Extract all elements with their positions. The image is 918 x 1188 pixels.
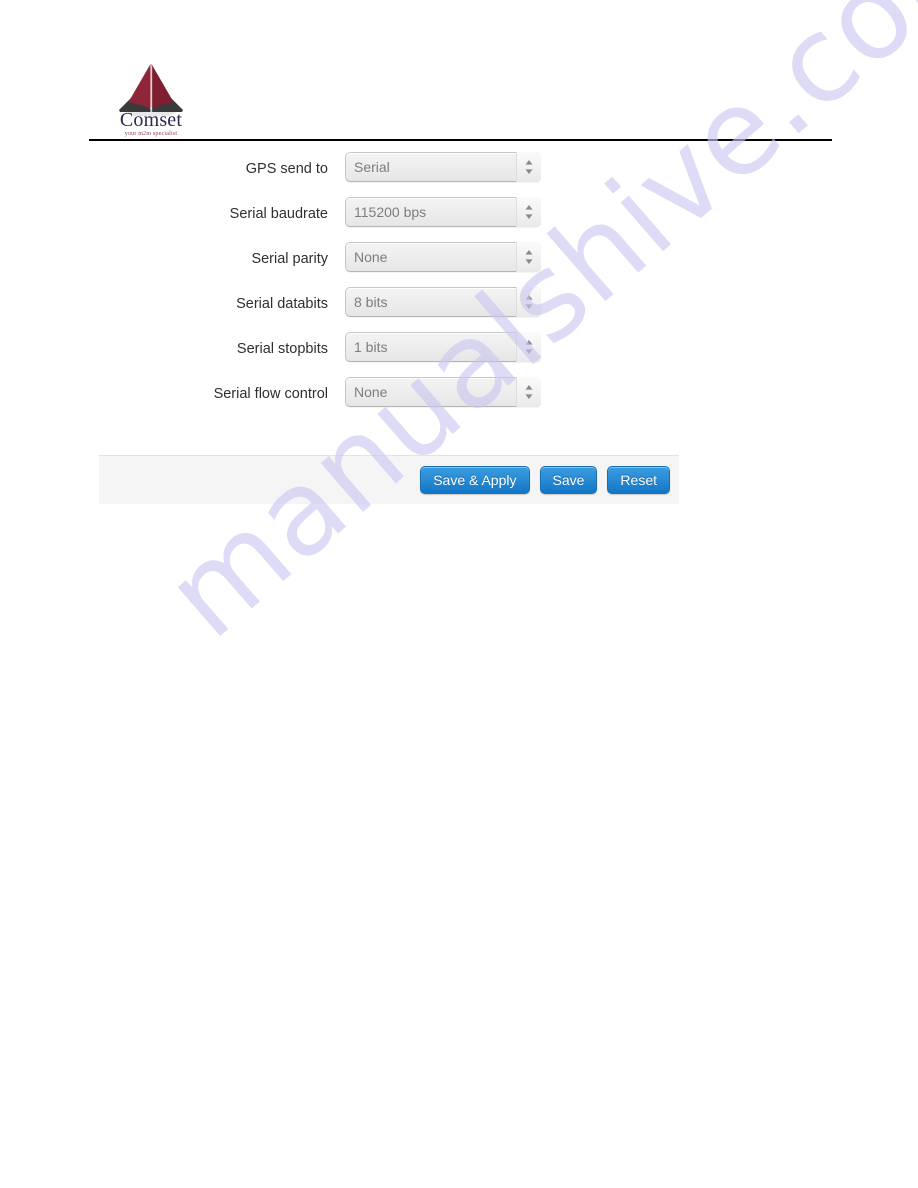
select-spinner-icon[interactable]	[516, 332, 541, 362]
select-spinner-icon[interactable]	[516, 152, 541, 182]
label-serial-flow-control: Serial flow control	[213, 386, 328, 402]
label-serial-stopbits: Serial stopbits	[236, 341, 328, 357]
save-and-apply-button[interactable]: Save & Apply	[420, 466, 530, 494]
select-value-serial-baudrate: 115200 bps	[354, 204, 427, 220]
select-serial-databits[interactable]: 8 bits	[345, 287, 541, 317]
form-row-serial-stopbits: Serial stopbits 1 bits	[99, 332, 679, 377]
panel-footer: Save & Apply Save Reset	[99, 455, 679, 504]
comset-tagline: your m2m specialist	[124, 131, 178, 137]
save-button[interactable]: Save	[539, 466, 598, 494]
comset-pyramid-logo-icon	[119, 62, 183, 116]
form-row-serial-baudrate: Serial baudrate 115200 bps	[99, 197, 679, 242]
select-value-serial-flow-control: None	[354, 384, 388, 400]
comset-wordmark: Comset	[119, 109, 183, 131]
select-serial-parity[interactable]: None	[345, 242, 541, 272]
form-row-serial-parity: Serial parity None	[99, 242, 679, 287]
reset-button[interactable]: Reset	[607, 466, 670, 494]
serial-settings-panel: GPS send to Serial Serial baudrate 11520…	[99, 144, 679, 504]
form-row-gps-send-to: GPS send to Serial	[99, 152, 679, 197]
label-serial-baudrate: Serial baudrate	[229, 206, 328, 222]
select-serial-stopbits[interactable]: 1 bits	[345, 332, 541, 362]
select-spinner-icon[interactable]	[516, 377, 541, 407]
select-spinner-icon[interactable]	[516, 242, 541, 272]
select-value-gps-send-to: Serial	[354, 159, 390, 175]
select-value-serial-stopbits: 1 bits	[354, 339, 388, 355]
select-spinner-icon[interactable]	[516, 197, 541, 227]
select-value-serial-parity: None	[354, 249, 388, 265]
form-row-serial-databits: Serial databits 8 bits	[99, 287, 679, 332]
label-serial-parity: Serial parity	[251, 251, 328, 267]
select-gps-send-to[interactable]: Serial	[345, 152, 541, 182]
select-serial-flow-control[interactable]: None	[345, 377, 541, 407]
header-divider	[89, 139, 832, 141]
footer-button-group: Save & Apply Save Reset	[420, 466, 670, 494]
select-spinner-icon[interactable]	[516, 287, 541, 317]
select-serial-baudrate[interactable]: 115200 bps	[345, 197, 541, 227]
label-serial-databits: Serial databits	[236, 296, 328, 312]
comset-logo: Comset your m2m specialist	[113, 62, 189, 137]
form-row-serial-flow-control: Serial flow control None	[99, 377, 679, 422]
serial-settings-form: GPS send to Serial Serial baudrate 11520…	[99, 144, 679, 455]
select-value-serial-databits: 8 bits	[354, 294, 388, 310]
label-gps-send-to: GPS send to	[245, 161, 328, 177]
